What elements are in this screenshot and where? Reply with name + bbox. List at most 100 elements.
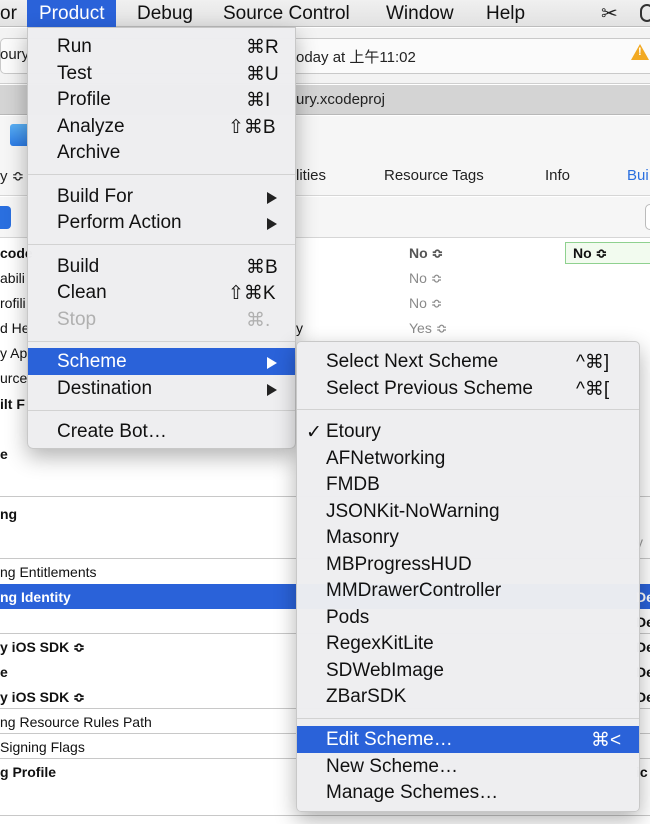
menu-item-shortcut: ⇧⌘K bbox=[228, 283, 276, 304]
tab-resource-tags[interactable]: Resource Tags bbox=[384, 167, 484, 184]
setting-label[interactable]: rofili bbox=[0, 295, 26, 311]
menu-separator bbox=[28, 174, 295, 175]
menu-separator bbox=[28, 244, 295, 245]
menu-item-build-for[interactable]: Build For bbox=[28, 183, 295, 210]
menu-item-profile[interactable]: Profile ⌘I bbox=[28, 86, 295, 113]
basic-filter-button[interactable] bbox=[0, 206, 11, 229]
setting-label[interactable]: ng Identity bbox=[0, 589, 71, 605]
menu-item-scheme-zbarsdk[interactable]: ZBarSDK bbox=[297, 683, 639, 710]
menu-item-scheme-jsonkit[interactable]: JSONKit-NoWarning bbox=[297, 498, 639, 525]
setting-label[interactable]: g Profile bbox=[0, 764, 56, 780]
scissors-icon[interactable]: ✂ bbox=[601, 1, 618, 26]
menu-source-control[interactable]: Source Control bbox=[223, 0, 350, 27]
setting-label[interactable]: e bbox=[0, 446, 8, 462]
menu-item-select-previous-scheme[interactable]: Select Previous Scheme ^⌘[ bbox=[297, 375, 639, 402]
menu-item-shortcut: ⌘U bbox=[246, 64, 279, 85]
setting-label[interactable]: y Ap bbox=[0, 345, 27, 361]
menu-item-shortcut: ⌘I bbox=[246, 90, 271, 111]
menu-item-label: SDWebImage bbox=[326, 660, 444, 681]
menu-format[interactable]: or bbox=[0, 0, 17, 27]
scheme-target-label[interactable]: oury bbox=[0, 46, 29, 63]
setting-value[interactable]: No ≎ bbox=[409, 245, 443, 262]
activity-status-text: oday at 上午11:02 bbox=[296, 49, 416, 66]
menu-item-label: Select Next Scheme bbox=[326, 351, 499, 372]
menu-item-shortcut: ⌘B bbox=[246, 257, 278, 278]
menu-separator bbox=[28, 410, 295, 411]
target-selector[interactable]: y ≎ bbox=[0, 167, 24, 185]
section-header-code-signing[interactable]: ng bbox=[0, 506, 17, 522]
setting-label[interactable]: abili bbox=[0, 270, 25, 286]
menu-window[interactable]: Window bbox=[386, 0, 454, 27]
menu-item-clean[interactable]: Clean ⇧⌘K bbox=[28, 279, 295, 306]
setting-value[interactable]: No ≎ bbox=[409, 270, 443, 287]
menu-item-scheme-afnetworking[interactable]: AFNetworking bbox=[297, 445, 639, 472]
menu-item-destination[interactable]: Destination bbox=[28, 375, 295, 402]
search-field[interactable] bbox=[645, 204, 650, 230]
menu-bar: or Product Debug Source Control Window H… bbox=[0, 0, 650, 27]
menu-item-scheme-mmdrawercontroller[interactable]: MMDrawerController bbox=[297, 577, 639, 604]
menu-separator bbox=[297, 409, 639, 410]
menu-item-select-next-scheme[interactable]: Select Next Scheme ^⌘] bbox=[297, 348, 639, 375]
menu-item-shortcut: ^⌘[ bbox=[576, 379, 610, 400]
setting-value[interactable]: No ≎ bbox=[409, 295, 443, 312]
menu-item-scheme-regexkitlite[interactable]: RegexKitLite bbox=[297, 630, 639, 657]
menu-item-create-bot[interactable]: Create Bot… bbox=[28, 418, 295, 445]
setting-label[interactable]: ng Entitlements bbox=[0, 564, 97, 580]
menu-item-test[interactable]: Test ⌘U bbox=[28, 60, 295, 87]
menu-item-perform-action[interactable]: Perform Action bbox=[28, 209, 295, 236]
scheme-submenu: Select Next Scheme ^⌘] Select Previous S… bbox=[296, 341, 640, 812]
setting-label[interactable]: ilt F bbox=[0, 396, 25, 412]
menu-item-edit-scheme[interactable]: Edit Scheme… ⌘< bbox=[297, 726, 639, 753]
product-menu: Run ⌘R Test ⌘U Profile ⌘I Analyze ⇧⌘B Ar… bbox=[27, 27, 296, 449]
project-file-tab[interactable]: ury.xcodeproj bbox=[296, 91, 385, 108]
menu-item-scheme-mbprogresshud[interactable]: MBProgressHUD bbox=[297, 551, 639, 578]
tab-info[interactable]: Info bbox=[545, 167, 570, 184]
tab-build-settings[interactable]: Bui bbox=[627, 167, 649, 184]
setting-label[interactable]: Signing Flags bbox=[0, 739, 85, 755]
menu-item-label: Scheme bbox=[57, 351, 127, 372]
menu-help[interactable]: Help bbox=[486, 0, 525, 27]
menu-separator bbox=[297, 718, 639, 719]
menu-item-analyze[interactable]: Analyze ⇧⌘B bbox=[28, 113, 295, 140]
menu-item-scheme-fmdb[interactable]: FMDB bbox=[297, 471, 639, 498]
status-menu-icon[interactable] bbox=[640, 4, 650, 22]
menu-item-scheme-etoury[interactable]: ✓ Etoury bbox=[297, 418, 639, 445]
menu-item-archive[interactable]: Archive bbox=[28, 139, 295, 166]
tab-capabilities[interactable]: lities bbox=[296, 167, 326, 184]
menu-item-label: Create Bot… bbox=[57, 421, 167, 442]
menu-item-label: Select Previous Scheme bbox=[326, 378, 533, 399]
menu-item-shortcut: ^⌘] bbox=[576, 352, 610, 373]
setting-label[interactable]: e bbox=[0, 664, 8, 680]
warning-icon[interactable] bbox=[631, 44, 649, 60]
menu-item-shortcut: ⌘. bbox=[246, 310, 271, 331]
menu-item-scheme-masonry[interactable]: Masonry bbox=[297, 524, 639, 551]
menu-item-scheme-pods[interactable]: Pods bbox=[297, 604, 639, 631]
menu-item-build[interactable]: Build ⌘B bbox=[28, 253, 295, 280]
menu-item-label: MBProgressHUD bbox=[326, 554, 472, 575]
setting-label[interactable]: ng Resource Rules Path bbox=[0, 714, 152, 730]
setting-label[interactable]: y iOS SDK ≎ bbox=[0, 639, 85, 656]
menu-item-shortcut: ⌘R bbox=[246, 37, 279, 58]
setting-label[interactable]: y iOS SDK ≎ bbox=[0, 689, 85, 706]
menu-debug[interactable]: Debug bbox=[137, 0, 193, 27]
menu-item-run[interactable]: Run ⌘R bbox=[28, 33, 295, 60]
menu-item-label: New Scheme… bbox=[326, 756, 458, 777]
menu-item-scheme[interactable]: Scheme bbox=[28, 348, 295, 375]
menu-item-new-scheme[interactable]: New Scheme… bbox=[297, 753, 639, 780]
setting-value[interactable]: Yes ≎ bbox=[409, 320, 447, 337]
menu-item-label: JSONKit-NoWarning bbox=[326, 501, 500, 522]
menu-item-label: Build For bbox=[57, 186, 134, 207]
menu-product[interactable]: Product bbox=[27, 0, 117, 27]
menu-item-label: RegexKitLite bbox=[326, 633, 434, 654]
setting-label[interactable]: urce bbox=[0, 370, 27, 386]
menu-item-label: Profile bbox=[57, 89, 111, 110]
menu-item-scheme-sdwebimage[interactable]: SDWebImage bbox=[297, 657, 639, 684]
menu-item-label: Run bbox=[57, 36, 92, 57]
menu-item-label: Archive bbox=[57, 142, 121, 163]
menu-item-manage-schemes[interactable]: Manage Schemes… bbox=[297, 779, 639, 806]
menu-item-label: Manage Schemes… bbox=[326, 782, 499, 803]
setting-label[interactable]: d He bbox=[0, 320, 30, 336]
menu-item-stop: Stop ⌘. bbox=[28, 306, 295, 333]
submenu-arrow-icon bbox=[267, 384, 277, 396]
menu-item-label: Clean bbox=[57, 282, 107, 303]
